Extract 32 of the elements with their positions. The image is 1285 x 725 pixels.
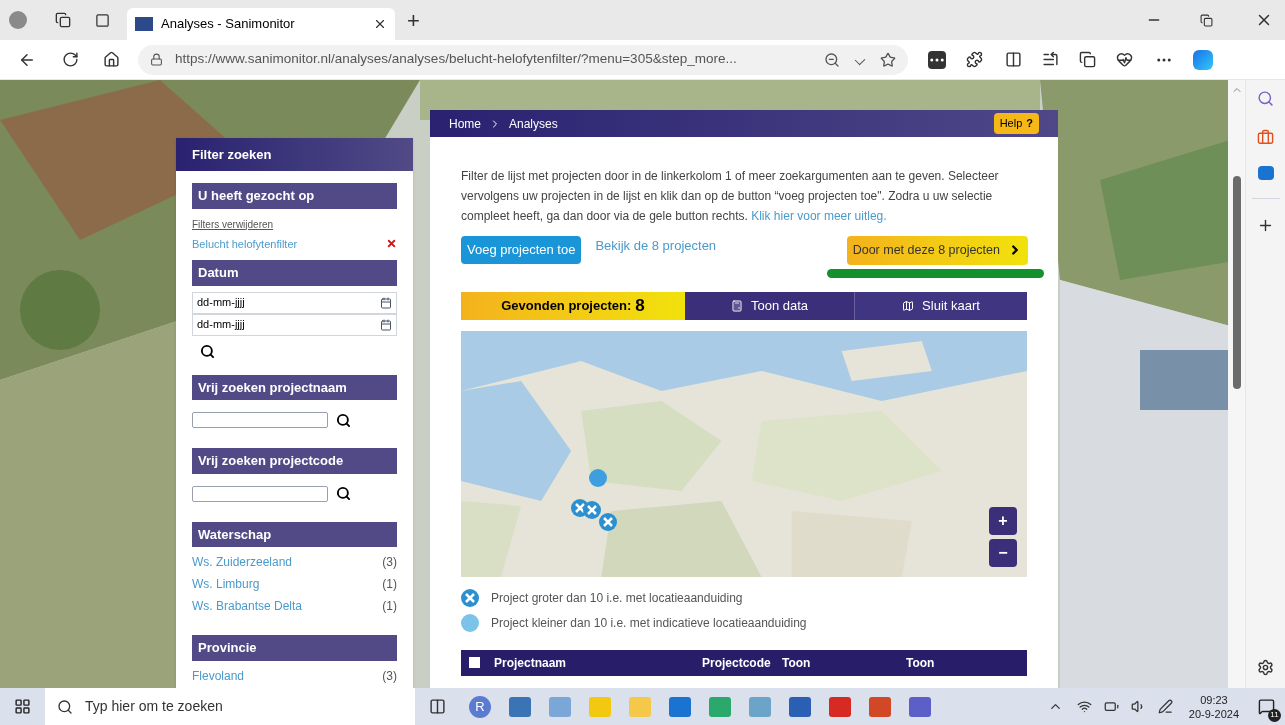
task-view-icon[interactable] — [429, 698, 446, 715]
lock-icon — [150, 53, 163, 66]
extensions-icon[interactable] — [966, 51, 983, 68]
favorite-icon[interactable] — [880, 51, 896, 68]
favorites-icon[interactable] — [1042, 51, 1059, 68]
vertical-tabs-icon[interactable] — [95, 12, 110, 28]
browser-tab[interactable]: Analyses - Sanimonitor — [127, 8, 395, 40]
clock[interactable]: 09:23 20-9-2024 — [1184, 692, 1243, 721]
address-field[interactable]: https://www.sanimonitor.nl/analyses/analyses/belucht-helofytenfilter/?menu=305&step_more... — [138, 44, 908, 75]
search-icon — [57, 698, 73, 715]
settings-icon[interactable] — [1257, 659, 1274, 676]
pen-icon[interactable] — [1157, 699, 1173, 714]
battery-icon[interactable] — [1103, 699, 1119, 714]
close-tab-icon[interactable] — [373, 17, 387, 31]
tools-icon[interactable] — [1257, 129, 1274, 146]
profile-icon[interactable] — [9, 11, 27, 29]
start-icon[interactable] — [14, 698, 31, 715]
home-icon[interactable] — [103, 51, 120, 68]
extension-icon[interactable] — [928, 50, 946, 69]
zoom-icon[interactable] — [824, 51, 840, 68]
network-icon[interactable] — [1076, 699, 1092, 714]
new-tab-button[interactable]: + — [407, 3, 420, 37]
restore-icon[interactable] — [1200, 13, 1213, 27]
browser-essentials-icon[interactable] — [1116, 51, 1133, 68]
notifications-button[interactable]: 11 — [1253, 693, 1279, 720]
split-screen-icon[interactable] — [1005, 51, 1022, 68]
add-icon[interactable] — [1257, 217, 1274, 234]
tab-actions-icon[interactable] — [55, 12, 71, 28]
refresh-icon[interactable] — [62, 51, 79, 68]
user-avatar[interactable]: R — [469, 695, 491, 718]
taskbar-search-field[interactable]: Typ hier om te zoeken — [45, 688, 415, 725]
collections-icon[interactable] — [1079, 51, 1096, 68]
